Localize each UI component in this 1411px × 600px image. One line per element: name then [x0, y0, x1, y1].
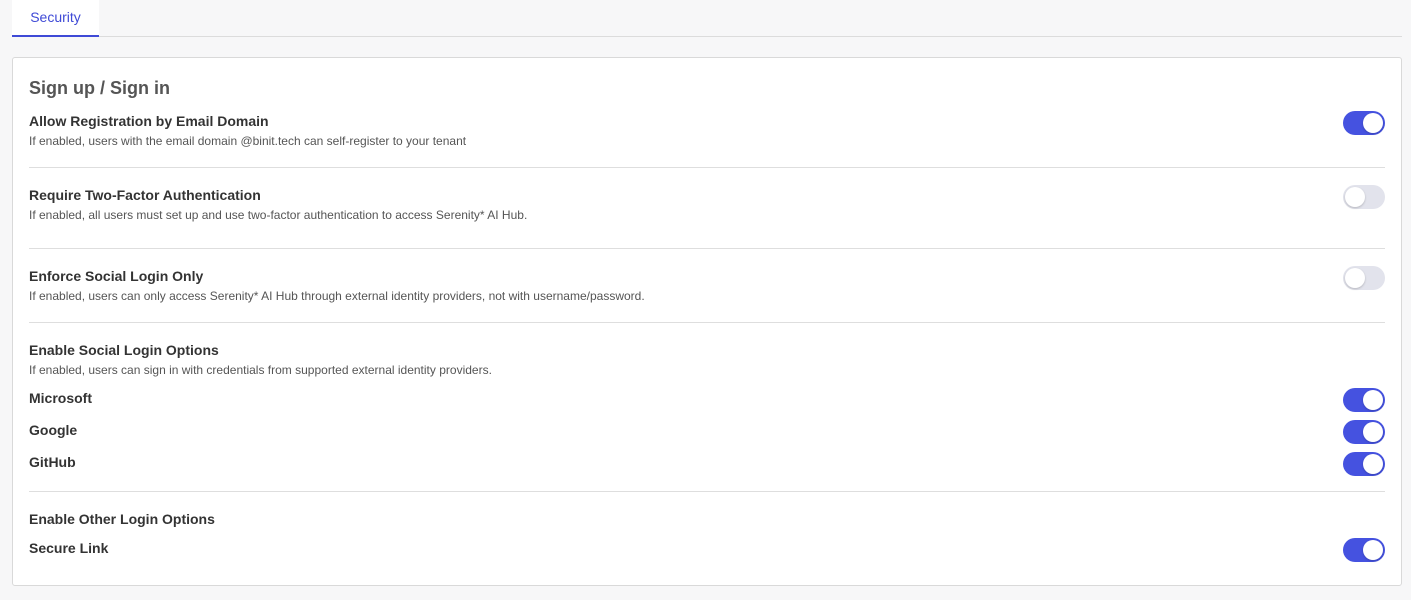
provider-secure-link-toggle[interactable] [1343, 538, 1385, 562]
provider-microsoft-label: Microsoft [29, 390, 92, 406]
social-options-description: If enabled, users can sign in with crede… [29, 363, 492, 377]
provider-github-toggle[interactable] [1343, 452, 1385, 476]
toggle-knob [1345, 187, 1365, 207]
social-only-label: Enforce Social Login Only [29, 268, 204, 284]
toggle-knob [1363, 540, 1383, 560]
settings-panel: Sign up / Sign in Allow Registration by … [12, 57, 1402, 586]
other-options-label: Enable Other Login Options [29, 511, 215, 527]
two-factor-toggle[interactable] [1343, 185, 1385, 209]
toggle-knob [1363, 422, 1383, 442]
divider [29, 167, 1385, 168]
divider [29, 491, 1385, 492]
toggle-knob [1363, 454, 1383, 474]
divider [29, 248, 1385, 249]
tab-security[interactable]: Security [12, 0, 99, 37]
provider-microsoft-toggle[interactable] [1343, 388, 1385, 412]
toggle-knob [1363, 113, 1383, 133]
toggle-knob [1345, 268, 1365, 288]
toggle-knob [1363, 390, 1383, 410]
email-registration-description: If enabled, users with the email domain … [29, 134, 467, 148]
provider-google-label: Google [29, 422, 78, 438]
section-title: Sign up / Sign in [29, 78, 170, 98]
tab-bar: Security [12, 0, 1402, 37]
two-factor-description: If enabled, all users must set up and us… [29, 208, 528, 222]
divider [29, 322, 1385, 323]
two-factor-label: Require Two-Factor Authentication [29, 187, 261, 203]
email-registration-toggle[interactable] [1343, 111, 1385, 135]
social-only-description: If enabled, users can only access Sereni… [29, 289, 645, 303]
provider-github-label: GitHub [29, 454, 76, 470]
social-only-toggle[interactable] [1343, 266, 1385, 290]
provider-google-toggle[interactable] [1343, 420, 1385, 444]
provider-secure-link-label: Secure Link [29, 540, 109, 556]
social-options-label: Enable Social Login Options [29, 342, 219, 358]
email-registration-label: Allow Registration by Email Domain [29, 113, 269, 129]
